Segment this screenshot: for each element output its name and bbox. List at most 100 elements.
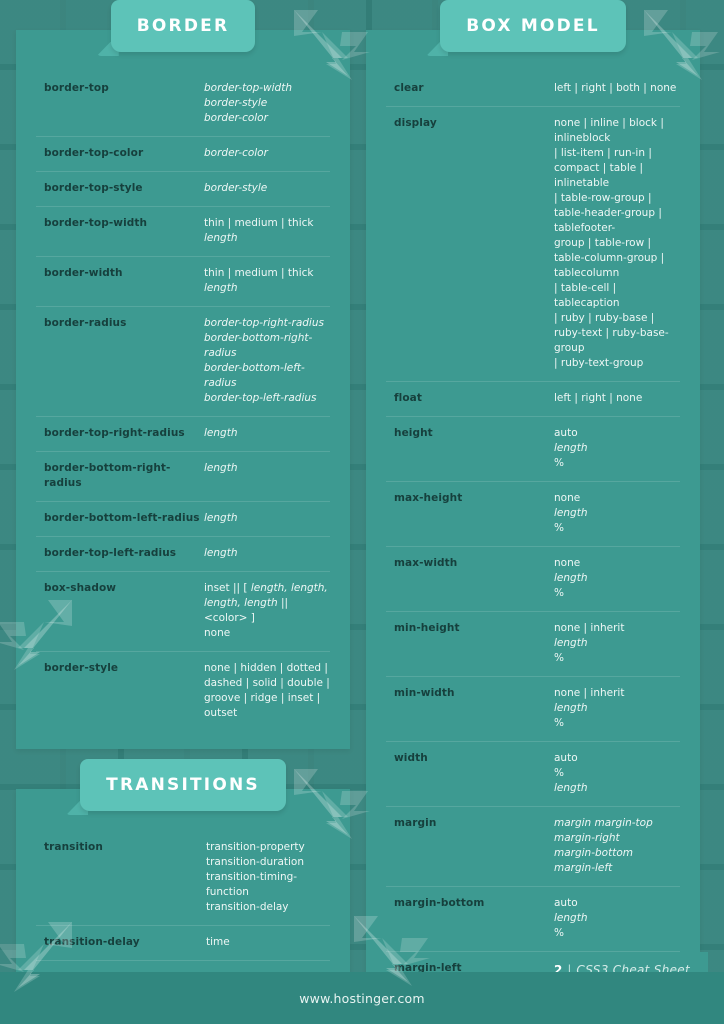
value-line: inset || [ length, length, xyxy=(204,582,328,594)
value-line: border-top-right-radius xyxy=(204,317,324,329)
property-name: border-style xyxy=(44,662,119,674)
property-name: border-radius xyxy=(44,317,127,329)
value-line: border-style xyxy=(204,97,268,109)
footer-bar: www.hostinger.com xyxy=(0,972,724,1024)
value-line: none xyxy=(204,627,231,639)
property-values: none | hidden | dotted | dashed | solid |… xyxy=(202,661,330,721)
property-name: border-top-left-radius xyxy=(44,547,177,559)
property-name: transition xyxy=(44,841,103,853)
value-line: margin-bottom xyxy=(554,847,633,859)
property-name: margin xyxy=(394,817,437,829)
value-line: auto xyxy=(554,897,578,909)
value-line: transition-timing-function xyxy=(206,871,298,898)
property-row: border-top-style border-style xyxy=(36,172,330,207)
value-line: border-color xyxy=(204,112,268,124)
property-name: transition-delay xyxy=(44,936,140,948)
property-values: inset || [ length, length, length, length… xyxy=(202,581,330,641)
property-values: length xyxy=(202,426,330,441)
value-line: % xyxy=(554,652,564,664)
value-line: none xyxy=(554,557,581,569)
value-line: length xyxy=(204,232,238,244)
property-row: max-width none length% xyxy=(386,547,680,612)
property-values: thin | medium | thick length xyxy=(202,216,330,246)
value-line: length xyxy=(554,702,588,714)
property-row: transition transition-property transition-… xyxy=(36,831,330,926)
property-values: border-top-width border-style border-color xyxy=(202,81,330,126)
value-line: transition-property xyxy=(206,841,305,853)
value-line: transition-delay xyxy=(206,901,289,913)
property-row: margin-bottom auto length% xyxy=(386,887,680,952)
value-line: group | table-row | xyxy=(554,237,652,249)
property-row: border-top-color border-color xyxy=(36,137,330,172)
property-name: margin-bottom xyxy=(394,897,485,909)
value-line: length xyxy=(554,442,588,454)
property-name: border-top-width xyxy=(44,217,148,229)
property-values: border-top-right-radius border-bottom-rig… xyxy=(202,316,330,406)
property-name: max-height xyxy=(394,492,463,504)
property-row: transition-delay time xyxy=(36,926,330,961)
property-row: border-top-width thin | medium | thick len… xyxy=(36,207,330,257)
value-line: length xyxy=(204,427,238,439)
footer-website-url: www.hostinger.com xyxy=(299,990,425,1006)
value-line: margin-left xyxy=(554,862,613,874)
value-line: | table-row-group | xyxy=(554,192,652,204)
value-line: time xyxy=(206,936,230,948)
value-line: border-bottom-left-radius xyxy=(204,362,305,389)
section-panel-border: border-top border-top-width border-style bo… xyxy=(16,30,350,749)
value-line: border-color xyxy=(204,147,268,159)
value-line: transition-duration xyxy=(206,856,304,868)
section-border: BORDER border-top border-top-width border-s… xyxy=(16,0,370,749)
property-row: border-radius border-top-right-radius bord… xyxy=(36,307,330,417)
property-row: border-width thin | medium | thick length xyxy=(36,257,330,307)
value-line: left | right | both | none xyxy=(554,82,677,94)
property-row: border-bottom-right-radius length xyxy=(36,452,330,502)
value-line: auto xyxy=(554,752,578,764)
property-row: border-bottom-left-radius length xyxy=(36,502,330,537)
property-values: margin margin-top margin-right margin-bott… xyxy=(552,816,680,876)
value-line: | ruby-text-group xyxy=(554,357,644,369)
property-values: left | right | none xyxy=(552,391,680,406)
property-values: none | inherit length% xyxy=(552,621,680,666)
section-tab-wrapper: BORDER xyxy=(16,0,350,58)
value-line: length xyxy=(204,547,238,559)
property-row: min-width none | inherit length% xyxy=(386,677,680,742)
section-title: TRANSITIONS xyxy=(106,774,260,795)
section-tab-wrapper: TRANSITIONS xyxy=(16,759,350,817)
value-line: none | inline | block | inlineblock xyxy=(554,117,664,144)
property-name: border-bottom-right-radius xyxy=(44,462,171,489)
value-line: outset xyxy=(204,707,238,719)
property-name: display xyxy=(394,117,437,129)
property-name: max-width xyxy=(394,557,458,569)
value-line: compact | table | inlinetable xyxy=(554,162,644,189)
section-title: BOX MODEL xyxy=(466,15,600,36)
property-values: none | inline | block | inlineblock | lis… xyxy=(552,116,680,371)
property-row: height auto length% xyxy=(386,417,680,482)
value-line: dashed | solid | double | xyxy=(204,677,330,689)
property-values: none | inherit length% xyxy=(552,686,680,731)
value-line: % xyxy=(554,457,564,469)
property-name: border-top xyxy=(44,82,109,94)
property-values: length xyxy=(202,546,330,561)
value-line: | ruby | ruby-base | xyxy=(554,312,655,324)
value-line: ruby-text | ruby-base-group xyxy=(554,327,669,354)
property-values: none length% xyxy=(552,491,680,536)
section-tab-transitions: TRANSITIONS xyxy=(80,759,286,811)
property-row: min-height none | inherit length% xyxy=(386,612,680,677)
value-line: none xyxy=(554,492,581,504)
value-line: length xyxy=(554,782,588,794)
cheat-sheet-page: BORDER border-top border-top-width border-s… xyxy=(0,0,724,1024)
property-values: auto% length xyxy=(552,751,680,796)
section-tab-border: BORDER xyxy=(110,0,256,52)
property-values: border-style xyxy=(202,181,330,196)
value-line: auto xyxy=(554,427,578,439)
value-line: border-top-left-radius xyxy=(204,392,317,404)
value-line: | table-cell | tablecaption xyxy=(554,282,620,309)
value-line: margin-right xyxy=(554,832,620,844)
value-line: length xyxy=(204,282,238,294)
property-values: border-color xyxy=(202,146,330,161)
right-column: BOX MODEL clear left | right | both | none… xyxy=(366,0,720,1024)
property-row: border-top-left-radius length xyxy=(36,537,330,572)
property-name: float xyxy=(394,392,422,404)
value-line: border-bottom-right-radius xyxy=(204,332,313,359)
property-row: box-shadow inset || [ length, length, leng… xyxy=(36,572,330,652)
